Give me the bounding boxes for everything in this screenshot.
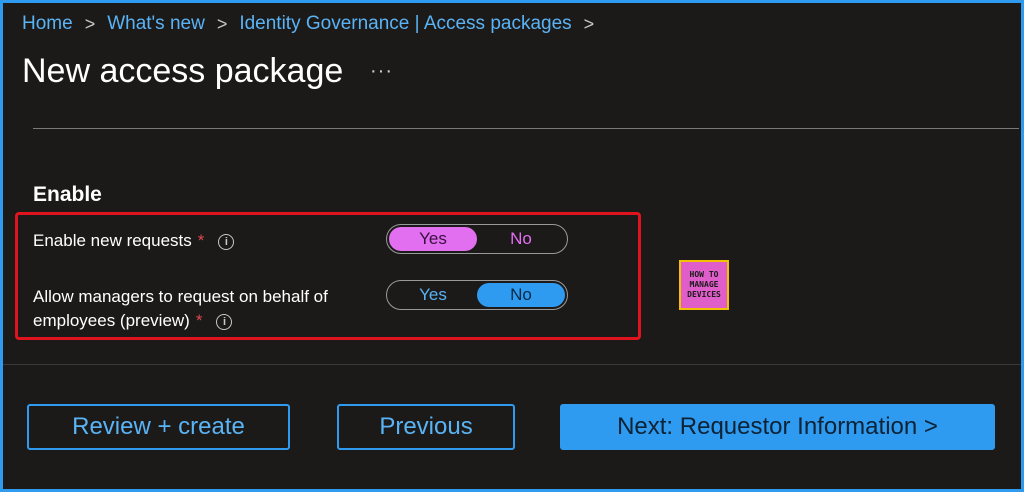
allow-managers-text-line1: Allow managers to request on behalf of: [33, 287, 328, 306]
previous-button[interactable]: Previous: [337, 404, 515, 450]
breadcrumb: Home > What's new > Identity Governance …: [22, 13, 606, 35]
info-icon[interactable]: i: [218, 233, 235, 250]
allow-managers-text-line2: employees (preview): [33, 311, 190, 330]
allow-managers-text-line2-wrap: employees (preview) * i: [33, 309, 328, 333]
breadcrumb-whats-new[interactable]: What's new: [107, 13, 205, 35]
next-requestor-information-button[interactable]: Next: Requestor Information >: [560, 404, 995, 450]
breadcrumb-home[interactable]: Home: [22, 13, 73, 35]
required-indicator: *: [197, 231, 205, 250]
enable-new-requests-text: Enable new requests: [33, 231, 192, 250]
toggle-option-no[interactable]: No: [477, 227, 565, 251]
info-icon[interactable]: i: [216, 313, 233, 330]
logo-line2: MANAGE: [689, 280, 719, 289]
logo-line1: HOW TO: [689, 270, 719, 279]
review-create-button[interactable]: Review + create: [27, 404, 290, 450]
footer-divider: [3, 364, 1021, 365]
enable-new-requests-label: Enable new requests * i: [33, 229, 235, 253]
more-options-icon[interactable]: ···: [370, 60, 393, 83]
toggle-option-yes[interactable]: Yes: [389, 227, 477, 251]
how-to-manage-devices-logo: HOW TO MANAGE DEVICES: [679, 260, 729, 310]
chevron-right-icon: >: [84, 13, 96, 34]
allow-managers-toggle[interactable]: Yes No: [386, 280, 568, 310]
required-indicator: *: [195, 311, 203, 330]
page-title: New access package: [22, 52, 344, 90]
logo-line3: DEVICES: [687, 290, 721, 299]
breadcrumb-access-packages[interactable]: Identity Governance | Access packages: [239, 13, 571, 35]
header-divider: [33, 128, 1019, 129]
chevron-right-icon: >: [216, 13, 228, 34]
section-title-enable: Enable: [33, 183, 102, 206]
enable-new-requests-toggle[interactable]: Yes No: [386, 224, 568, 254]
chevron-right-icon: >: [583, 13, 595, 34]
toggle-option-yes[interactable]: Yes: [389, 283, 477, 307]
toggle-option-no[interactable]: No: [477, 283, 565, 307]
allow-managers-label: Allow managers to request on behalf of e…: [33, 285, 328, 333]
